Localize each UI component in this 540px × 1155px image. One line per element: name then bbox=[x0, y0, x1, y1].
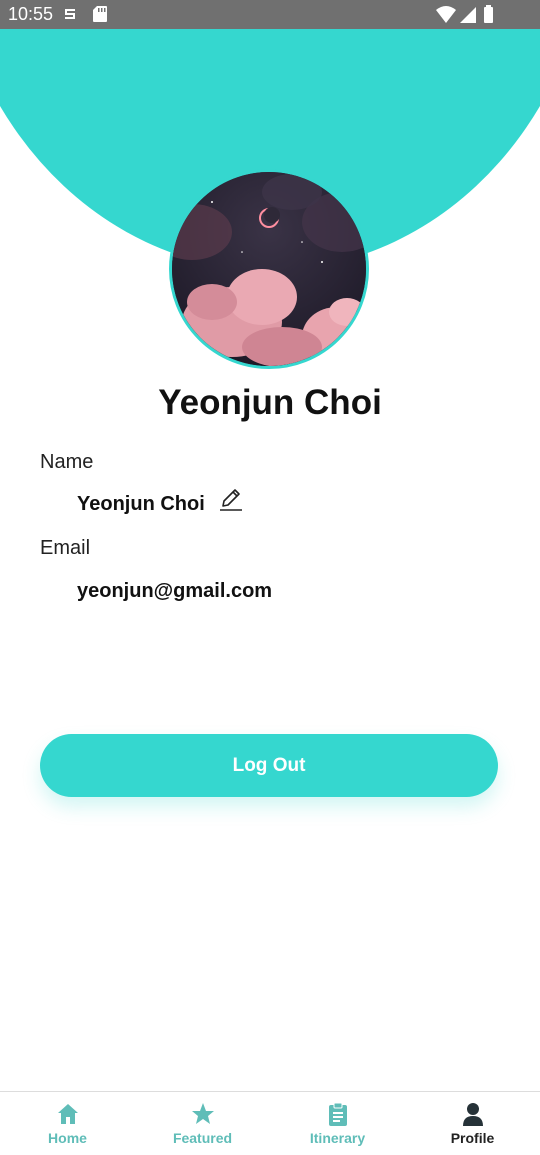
avatar-image bbox=[172, 172, 366, 366]
nav-label-itinerary: Itinerary bbox=[309, 1130, 366, 1146]
status-bar: 10:55 bbox=[0, 0, 540, 29]
sd-card-icon bbox=[93, 6, 107, 22]
nav-item-featured[interactable]: Featured bbox=[135, 1092, 270, 1155]
nav-item-home[interactable]: Home bbox=[0, 1092, 135, 1155]
nav-label-profile: Profile bbox=[450, 1130, 495, 1146]
star-icon bbox=[191, 1103, 214, 1124]
home-icon bbox=[57, 1104, 78, 1124]
bottom-nav: Home Featured Itinerary Profile bbox=[0, 1091, 540, 1155]
nav-item-itinerary[interactable]: Itinerary bbox=[270, 1092, 405, 1155]
email-label: Email bbox=[40, 537, 91, 559]
name-label: Name bbox=[40, 451, 94, 473]
wifi-icon bbox=[436, 6, 456, 23]
status-time: 10:55 bbox=[8, 4, 54, 24]
user-icon bbox=[462, 1103, 483, 1126]
name-value: Yeonjun Choi bbox=[77, 493, 205, 515]
nav-item-profile[interactable]: Profile bbox=[405, 1092, 540, 1155]
status-indicators bbox=[436, 5, 493, 23]
sync-icon bbox=[65, 9, 75, 19]
logout-button[interactable]: Log Out bbox=[40, 734, 498, 797]
clipboard-icon bbox=[328, 1102, 347, 1126]
profile-name-heading: Yeonjun Choi bbox=[158, 383, 382, 422]
battery-icon bbox=[484, 5, 493, 23]
edit-pencil-icon[interactable] bbox=[218, 486, 244, 512]
nav-label-home: Home bbox=[48, 1130, 87, 1146]
email-value: yeonjun@gmail.com bbox=[77, 580, 273, 602]
signal-icon bbox=[460, 7, 476, 23]
nav-label-featured: Featured bbox=[172, 1130, 233, 1146]
avatar bbox=[169, 169, 369, 369]
